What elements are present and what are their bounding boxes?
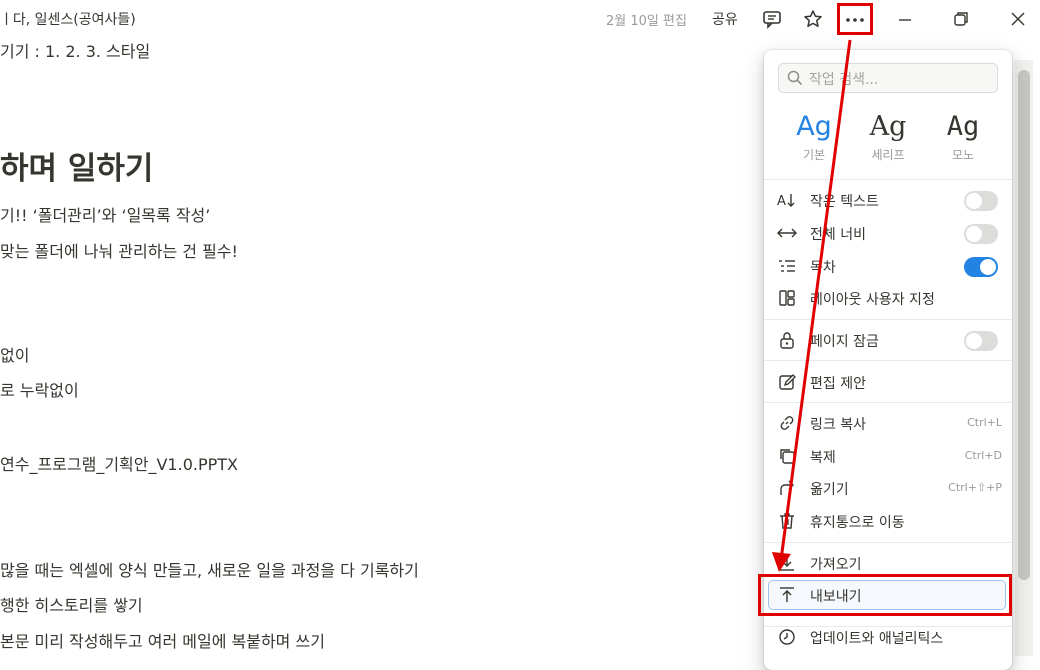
layout-icon xyxy=(776,288,798,308)
small-text-item[interactable]: A 작은 텍스트 xyxy=(776,185,1002,215)
minimize-icon[interactable] xyxy=(893,7,917,31)
scrollbar-thumb[interactable] xyxy=(1018,70,1030,580)
svg-text:A: A xyxy=(777,194,786,209)
toc-item[interactable]: 목차 xyxy=(776,251,1002,281)
clock-icon xyxy=(776,627,798,647)
link-icon xyxy=(776,413,798,433)
trash-icon xyxy=(776,511,798,531)
comment-icon[interactable] xyxy=(760,7,784,31)
move-arrow-icon xyxy=(776,478,798,498)
arrows-horizontal-icon xyxy=(776,223,798,243)
shortcut-label: Ctrl+D xyxy=(964,449,1002,462)
full-width-toggle[interactable] xyxy=(964,224,998,244)
trash-item[interactable]: 휴지통으로 이동 xyxy=(776,506,1002,536)
divider xyxy=(764,319,1012,320)
move-item[interactable]: 옮기기 Ctrl+⇧+P xyxy=(776,473,1002,503)
star-icon[interactable] xyxy=(801,7,825,31)
file-link[interactable]: 연수_프로그램_기획안_V1.0.PPTX xyxy=(0,451,238,475)
font-option-serif[interactable]: Ag 세리프 xyxy=(853,110,923,163)
text-line[interactable]: 많을 때는 엑셀에 양식 만들고, 새로운 일을 과정을 다 기록하기 xyxy=(0,557,419,581)
import-icon xyxy=(776,553,798,573)
font-option-mono[interactable]: Ag 모노 xyxy=(928,110,998,163)
page-content: 기기 : 1. 2. 3. 스타일 하며 일하기 기!! ‘폴더관리’와 ‘일목… xyxy=(0,0,740,656)
text-line[interactable]: 없이 xyxy=(0,342,29,366)
list-icon xyxy=(776,256,798,276)
layout-item[interactable]: 레이아웃 사용자 지정 xyxy=(776,283,1002,313)
search-placeholder: 작업 검색... xyxy=(809,72,879,88)
divider xyxy=(764,179,1012,180)
lock-icon xyxy=(776,330,798,350)
export-highlight-box xyxy=(758,574,1012,616)
toc-toggle[interactable] xyxy=(964,257,998,277)
copy-link-item[interactable]: 링크 복사 Ctrl+L xyxy=(776,408,1002,438)
restore-icon[interactable] xyxy=(949,7,973,31)
suggest-edits-item[interactable]: 편집 제안 xyxy=(776,367,1002,397)
full-width-item[interactable]: 전체 너비 xyxy=(776,218,1002,248)
edit-suggest-icon xyxy=(776,372,798,392)
shortcut-label: Ctrl+L xyxy=(967,416,1002,429)
page-heading[interactable]: 하며 일하기 xyxy=(0,143,153,188)
text-line[interactable]: 행한 히스토리를 쌓기 xyxy=(0,592,143,616)
duplicate-icon xyxy=(776,446,798,466)
small-text-toggle[interactable] xyxy=(964,191,998,211)
font-option-default[interactable]: Ag 기본 xyxy=(779,110,849,163)
page-lock-item[interactable]: 페이지 잠금 xyxy=(776,325,1002,355)
text-line[interactable]: 기!! ‘폴더관리’와 ‘일목록 작성’ xyxy=(0,202,210,226)
font-selector: Ag 기본 Ag 세리프 Ag 모노 xyxy=(764,110,1012,172)
divider xyxy=(764,360,1012,361)
text-line[interactable]: 맞는 폴더에 나눠 관리하는 건 필수! xyxy=(0,238,238,262)
text-line[interactable]: 로 누락없이 xyxy=(0,377,79,401)
close-icon[interactable] xyxy=(1006,7,1030,31)
updates-analytics-item[interactable]: 업데이트와 애널리틱스 xyxy=(776,622,1002,652)
more-button-highlight xyxy=(837,3,873,35)
search-input[interactable]: 작업 검색... xyxy=(778,63,998,93)
divider xyxy=(764,542,1012,543)
duplicate-item[interactable]: 복제 Ctrl+D xyxy=(776,441,1002,471)
divider xyxy=(764,402,1012,403)
text-size-icon: A xyxy=(776,190,798,210)
shortcut-label: Ctrl+⇧+P xyxy=(948,481,1002,494)
text-line[interactable]: 기기 : 1. 2. 3. 스타일 xyxy=(0,38,150,62)
page-lock-toggle[interactable] xyxy=(964,331,998,351)
search-icon xyxy=(787,70,803,90)
text-line[interactable]: 본문 미리 작성해두고 여러 메일에 복붙하며 쓰기 xyxy=(0,628,325,652)
